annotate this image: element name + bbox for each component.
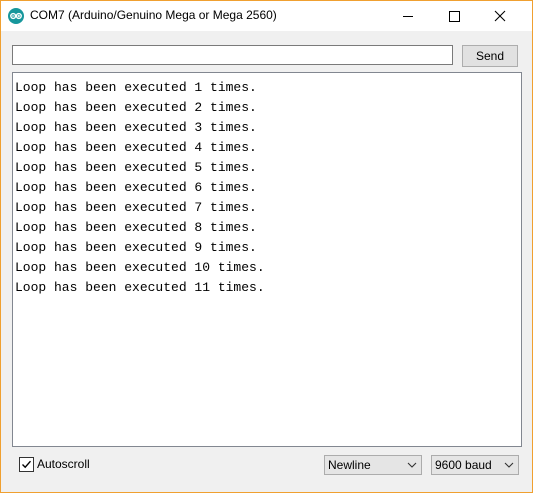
- line-ending-value: Newline: [328, 458, 371, 472]
- minimize-icon: [403, 16, 413, 17]
- output-line: Loop has been executed 1 times.: [15, 80, 257, 95]
- chevron-down-icon: [407, 462, 417, 468]
- title-bar[interactable]: COM7 (Arduino/Genuino Mega or Mega 2560): [1, 1, 532, 31]
- output-line: Loop has been executed 10 times.: [15, 260, 265, 275]
- output-line: Loop has been executed 4 times.: [15, 140, 257, 155]
- output-line: Loop has been executed 8 times.: [15, 220, 257, 235]
- autoscroll-label: Autoscroll: [37, 457, 90, 471]
- close-button[interactable]: [477, 1, 523, 31]
- output-line: Loop has been executed 5 times.: [15, 160, 257, 175]
- serial-send-input[interactable]: [12, 45, 453, 65]
- output-line: Loop has been executed 11 times.: [15, 280, 265, 295]
- close-icon: [494, 10, 506, 22]
- serial-output-area[interactable]: Loop has been executed 1 times. Loop has…: [12, 72, 522, 447]
- output-line: Loop has been executed 3 times.: [15, 120, 257, 135]
- baud-rate-select[interactable]: 9600 baud: [431, 455, 519, 475]
- maximize-button[interactable]: [431, 1, 477, 31]
- serial-monitor-window: COM7 (Arduino/Genuino Mega or Mega 2560)…: [0, 0, 533, 493]
- output-line: Loop has been executed 2 times.: [15, 100, 257, 115]
- output-line: Loop has been executed 7 times.: [15, 200, 257, 215]
- baud-rate-value: 9600 baud: [435, 458, 492, 472]
- output-line: Loop has been executed 9 times.: [15, 240, 257, 255]
- maximize-icon: [449, 11, 460, 22]
- output-lines: Loop has been executed 1 times. Loop has…: [15, 78, 265, 298]
- output-line: Loop has been executed 6 times.: [15, 180, 257, 195]
- autoscroll-checkbox[interactable]: [19, 457, 34, 472]
- send-row: Send: [1, 31, 532, 71]
- chevron-down-icon: [504, 462, 514, 468]
- line-ending-select[interactable]: Newline: [324, 455, 422, 475]
- window-title: COM7 (Arduino/Genuino Mega or Mega 2560): [30, 8, 277, 22]
- status-bar: Autoscroll Newline 9600 baud: [1, 448, 532, 492]
- minimize-button[interactable]: [385, 1, 431, 31]
- checkmark-icon: [22, 460, 32, 469]
- send-button[interactable]: Send: [462, 45, 518, 67]
- arduino-logo-icon: [8, 8, 24, 24]
